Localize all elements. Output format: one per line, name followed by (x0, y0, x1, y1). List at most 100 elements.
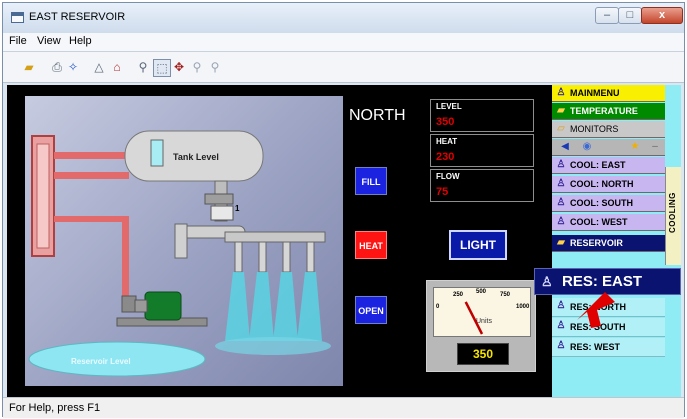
process-diagram (28, 130, 331, 377)
user-icon: ♙ (556, 197, 566, 208)
zoom-icon[interactable]: ⚲ (135, 59, 151, 75)
flow-label: FLOW (436, 172, 460, 181)
menu-bar: File View Help (3, 33, 684, 52)
pan-icon[interactable]: ✥ (171, 59, 187, 75)
level-label: LEVEL (436, 102, 462, 111)
light-button[interactable]: LIGHT (449, 230, 507, 260)
folder-icon: ▰ (557, 105, 565, 116)
tank-level-label: Tank Level (173, 152, 219, 162)
nav-cool-south-label: COOL: SOUTH (570, 198, 633, 208)
star-icon[interactable]: ★ (628, 141, 642, 153)
menu-file[interactable]: File (9, 35, 27, 47)
home-icon[interactable]: ⌂ (109, 59, 125, 75)
app-window: EAST RESERVOIR – □ x File View Help ▰ ⎙ … (2, 2, 685, 418)
open-button[interactable]: OPEN (355, 296, 387, 324)
globe-icon[interactable]: ◉ (580, 141, 594, 153)
nav-toolbar: ◀ ◉ ★ – (552, 139, 665, 156)
user-icon: ♙ (556, 87, 566, 98)
menu-view[interactable]: View (37, 35, 61, 47)
minus-icon[interactable]: – (648, 141, 662, 153)
gauge-needle (464, 301, 484, 335)
minimize-button[interactable]: – (595, 7, 619, 24)
user-icon: ♙ (556, 300, 566, 311)
user-icon: ♙ (541, 274, 553, 289)
navigation-panel: ♙ MAINMENU ▰ TEMPERATURE ▱ MONITORS ◀ ◉ … (552, 85, 681, 397)
app-icon (11, 12, 24, 23)
toolbar: ▰ ⎙ ✧ △ ⌂ ⚲ ⬚ ✥ ⚲ ⚲ (3, 52, 684, 83)
reservoir-level-label: Reservoir Level (71, 357, 131, 366)
print-icon[interactable]: ⎙ (49, 59, 65, 75)
heat-value: 230 (436, 151, 455, 163)
red-arrow-icon (577, 292, 615, 328)
zoom-in-icon[interactable]: ⚲ (189, 59, 205, 75)
spray-4 (297, 272, 322, 341)
flow-readout: FLOW 75 (430, 169, 534, 202)
hot-pipe-bottom (54, 172, 129, 179)
sprinkler-manifold (224, 231, 326, 243)
nav-res-west[interactable]: ♙ RES: WEST (552, 338, 665, 357)
res-east-label: RES: EAST (562, 273, 643, 290)
status-bar: For Help, press F1 (3, 397, 684, 418)
nav-cool-north[interactable]: ♙ COOL: NORTH (552, 176, 665, 193)
folder-icon: ▰ (557, 237, 565, 248)
heat-label: HEAT (436, 137, 458, 146)
nav-mainmenu-label: MAINMENU (570, 88, 620, 98)
heat-readout: HEAT 230 (430, 134, 534, 167)
help-pointer-icon[interactable]: ✧ (65, 59, 81, 75)
spray-2 (249, 272, 274, 341)
gauge-needle-layer (464, 301, 484, 335)
return-pipe (54, 216, 126, 222)
maximize-button[interactable]: □ (618, 7, 642, 24)
spray-1 (225, 272, 250, 341)
gauge-value-display: 350 (457, 343, 509, 365)
nav-reservoir[interactable]: ▰ RESERVOIR (552, 235, 665, 252)
user-icon: ♙ (556, 340, 566, 351)
pump-motor (144, 291, 182, 321)
tank-level-bar (150, 139, 164, 167)
select-zoom-icon[interactable]: ⬚ (153, 59, 171, 77)
zoom-out-icon[interactable]: ⚲ (207, 59, 223, 75)
hmi-display: Tank Level 1 Reservoir Level NORTH LEVEL… (7, 85, 681, 397)
status-text: For Help, press F1 (9, 402, 101, 414)
nav-cool-south[interactable]: ♙ COOL: SOUTH (552, 195, 665, 212)
heat-button[interactable]: HEAT (355, 231, 387, 259)
user-icon: ♙ (556, 216, 566, 227)
user-icon: ♙ (556, 320, 566, 331)
nav-cool-west[interactable]: ♙ COOL: WEST (552, 214, 665, 231)
back-arrow-icon[interactable]: ◀ (558, 141, 572, 153)
nav-monitors-label: MONITORS (570, 124, 619, 134)
hot-pipe-top (54, 152, 129, 159)
flow-value: 75 (436, 186, 449, 198)
process-scene: Tank Level 1 Reservoir Level (25, 96, 343, 386)
close-button[interactable]: x (641, 7, 683, 24)
nav-cool-east[interactable]: ♙ COOL: EAST (552, 157, 665, 174)
nav-mainmenu[interactable]: ♙ MAINMENU (552, 85, 665, 102)
user-icon: ♙ (556, 159, 566, 170)
level-readout: LEVEL 350 (430, 99, 534, 132)
open-folder-icon[interactable]: ▰ (21, 59, 37, 75)
window-title: EAST RESERVOIR (29, 11, 126, 23)
nav-res-west-label: RES: WEST (570, 342, 621, 352)
nav-temperature[interactable]: ▰ TEMPERATURE (552, 103, 665, 120)
cooling-tab-label: COOLING (668, 192, 677, 233)
gauge-face: 0 250 500 750 1000 Units (433, 287, 531, 337)
nav-cool-east-label: COOL: EAST (570, 160, 626, 170)
folder-open-icon: ▱ (557, 123, 565, 134)
nav-temperature-label: TEMPERATURE (570, 106, 638, 116)
valve (210, 205, 234, 221)
menu-help[interactable]: Help (69, 35, 92, 47)
level-value: 350 (436, 116, 455, 128)
connect-icon[interactable]: △ (91, 59, 107, 75)
location-label: NORTH (349, 107, 406, 124)
return-pipe-vertical (122, 216, 129, 304)
cooling-tab[interactable]: COOLING (665, 167, 681, 235)
title-bar: EAST RESERVOIR – □ x (3, 3, 684, 33)
level-gauge: 0 250 500 750 1000 Units 350 (426, 280, 536, 372)
side-tab[interactable] (665, 235, 681, 265)
fill-button[interactable]: FILL (355, 167, 387, 195)
nav-cool-north-label: COOL: NORTH (570, 179, 634, 189)
user-icon: ♙ (556, 178, 566, 189)
spray-3 (273, 272, 298, 341)
nav-cool-west-label: COOL: WEST (570, 217, 628, 227)
nav-monitors[interactable]: ▱ MONITORS (552, 121, 665, 138)
